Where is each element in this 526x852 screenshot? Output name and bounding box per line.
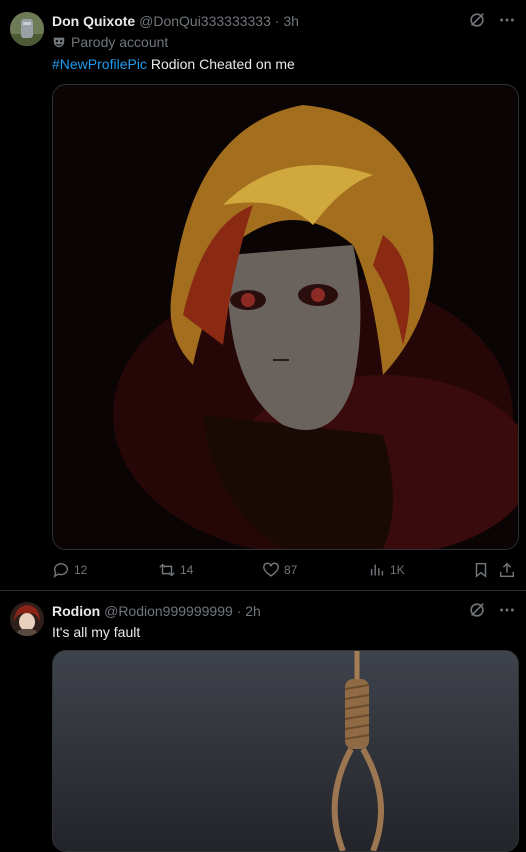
- views-button[interactable]: 1K: [368, 561, 405, 579]
- tweet-header: Don Quixote @DonQui333333333 · 3h: [52, 13, 299, 29]
- parody-text: Parody account: [71, 34, 169, 50]
- reply-button[interactable]: 12: [52, 561, 87, 579]
- reply-count: 12: [74, 563, 88, 577]
- mask-icon: [53, 37, 65, 48]
- bookmark-icon: [475, 562, 487, 578]
- tweet-image[interactable]: [52, 650, 519, 852]
- reply-icon: [53, 563, 68, 578]
- grok-icon[interactable]: [468, 601, 486, 619]
- like-icon: [263, 562, 279, 577]
- views-count: 1K: [390, 563, 405, 577]
- more-icon[interactable]: [498, 601, 516, 619]
- parody-label: Parody account: [52, 34, 168, 50]
- tweet-body: Rodion Cheated on me: [150, 56, 295, 72]
- separator: ·: [236, 603, 242, 619]
- tweet[interactable]: Rodion @Rodion999999999 · 2h It's all my…: [0, 591, 526, 852]
- repost-button[interactable]: 14: [158, 561, 193, 579]
- display-name[interactable]: Don Quixote: [52, 13, 135, 29]
- avatar[interactable]: [10, 602, 44, 636]
- tweet-actions: 12 14 87 1K: [52, 560, 518, 582]
- noose-image: [53, 651, 518, 851]
- grok-icon[interactable]: [468, 11, 486, 29]
- like-count: 87: [284, 563, 298, 577]
- tweet-body: It's all my fault: [52, 624, 141, 640]
- tweet-image[interactable]: [52, 84, 519, 550]
- tweet-top-actions: [468, 601, 516, 619]
- tweet[interactable]: Don Quixote @DonQui333333333 · 3h Parody…: [0, 0, 526, 591]
- more-icon[interactable]: [498, 11, 516, 29]
- tweet-header: Rodion @Rodion999999999 · 2h: [52, 603, 261, 619]
- avatar[interactable]: [10, 12, 44, 46]
- tweet-text: #NewProfilePic Rodion Cheated on me: [52, 56, 295, 72]
- bookmark-button[interactable]: [472, 561, 490, 579]
- tweet-text: It's all my fault: [52, 624, 140, 640]
- timestamp[interactable]: 2h: [245, 603, 261, 619]
- hashtag-link[interactable]: #NewProfilePic: [52, 56, 147, 72]
- tweet-top-actions: [468, 11, 516, 29]
- like-button[interactable]: 87: [262, 561, 297, 579]
- repost-icon: [159, 563, 175, 577]
- anime-portrait-image: [53, 85, 518, 549]
- timestamp[interactable]: 3h: [283, 13, 299, 29]
- views-icon: [370, 564, 384, 576]
- handle[interactable]: @Rodion999999999: [104, 603, 233, 619]
- share-button[interactable]: [498, 561, 516, 579]
- share-icon: [499, 562, 515, 578]
- separator: ·: [274, 13, 280, 29]
- repost-count: 14: [180, 563, 194, 577]
- display-name[interactable]: Rodion: [52, 603, 100, 619]
- handle[interactable]: @DonQui333333333: [139, 13, 271, 29]
